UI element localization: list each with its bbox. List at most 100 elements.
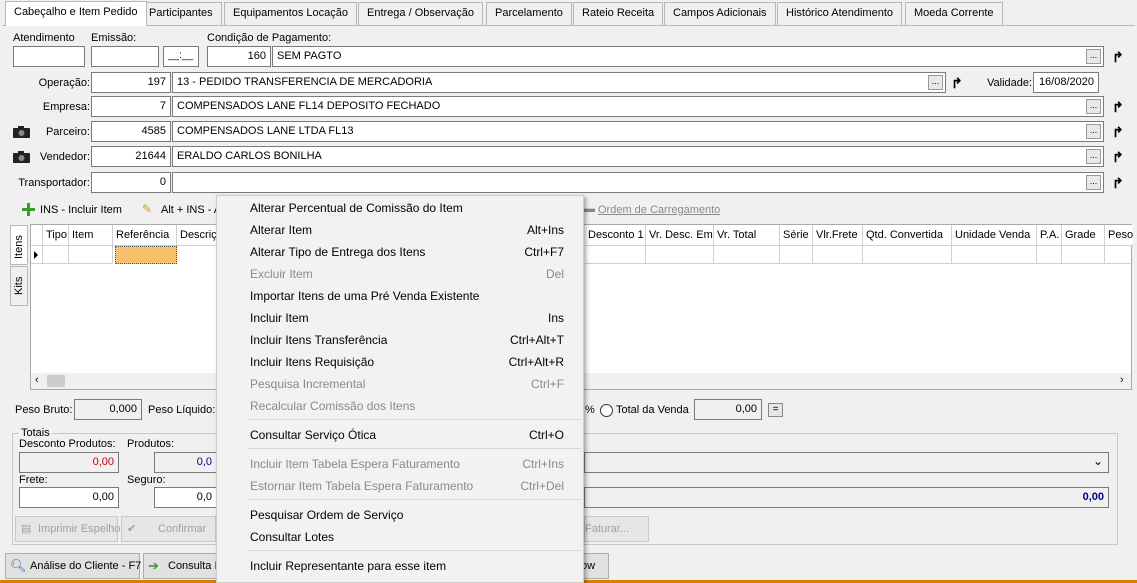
col-serie[interactable]: Série — [780, 225, 813, 246]
condicao-goto-icon[interactable]: ↱ — [1112, 50, 1124, 64]
side-tab-itens[interactable]: Itens — [10, 225, 28, 265]
tab-participantes[interactable]: Participantes — [140, 2, 222, 25]
menu-item-consultar-otica[interactable]: Consultar Serviço Ótica Ctrl+O — [217, 424, 583, 446]
incluir-item-button[interactable]: INS - Incluir Item — [40, 204, 122, 216]
frete-input[interactable]: 0,00 — [19, 487, 119, 508]
equals-button[interactable]: = — [768, 403, 783, 417]
vendedor-code-input[interactable]: 21644 — [91, 146, 171, 167]
menu-item-alterar-item[interactable]: Alterar Item Alt+Ins — [217, 219, 583, 241]
col-referencia[interactable]: Referência — [113, 225, 177, 246]
table-cell[interactable] — [1062, 246, 1105, 264]
col-vr-total[interactable]: Vr. Total — [714, 225, 780, 246]
tab-moeda[interactable]: Moeda Corrente — [905, 2, 1003, 25]
alterar-item-button[interactable]: Alt + INS - A — [161, 204, 221, 216]
vendedor-lookup-button[interactable]: ... — [1086, 149, 1101, 164]
table-cell[interactable] — [43, 246, 69, 264]
col-qtd-convertida[interactable]: Qtd. Convertida — [863, 225, 952, 246]
parceiro-code-input[interactable]: 4585 — [91, 121, 171, 142]
menu-item-importar-pre-venda[interactable]: Importar Itens de uma Pré Venda Existent… — [217, 285, 583, 307]
scroll-right-icon[interactable]: › — [1120, 374, 1124, 386]
parceiro-lookup-button[interactable]: ... — [1086, 124, 1101, 139]
table-cell[interactable] — [585, 246, 646, 264]
table-cell[interactable] — [813, 246, 863, 264]
col-unidade-venda[interactable]: Unidade Venda — [952, 225, 1037, 246]
vendedor-goto-icon[interactable]: ↱ — [1112, 150, 1124, 164]
side-tab-kits[interactable]: Kits — [10, 266, 28, 306]
menu-item-incluir-representante[interactable]: Incluir Representante para esse item — [217, 555, 583, 577]
tab-parcelamento[interactable]: Parcelamento — [486, 2, 572, 25]
transportador-code-input[interactable]: 0 — [91, 172, 171, 193]
table-cell[interactable] — [646, 246, 714, 264]
confirmar-button[interactable]: ✔ Confirmar — [121, 516, 216, 542]
emissao-time-input[interactable]: __:__ — [163, 46, 199, 67]
menu-item-incluir-transferencia[interactable]: Incluir Itens Transferência Ctrl+Alt+T — [217, 329, 583, 351]
right-bottom-button[interactable]: ow — [580, 553, 609, 579]
menu-item-excluir-item[interactable]: Excluir Item Del — [217, 263, 583, 285]
camera-icon[interactable] — [13, 151, 30, 163]
tab-historico[interactable]: Histórico Atendimento — [777, 2, 902, 25]
total-venda-input[interactable]: 0,00 — [694, 399, 762, 420]
tab-equipamentos[interactable]: Equipamentos Locação — [224, 2, 357, 25]
table-cell[interactable] — [1105, 246, 1133, 264]
table-cell[interactable] — [780, 246, 813, 264]
empresa-goto-icon[interactable]: ↱ — [1112, 100, 1124, 114]
condicao-code-input[interactable]: 160 — [207, 46, 271, 67]
vendedor-desc-input[interactable]: ERALDO CARLOS BONILHA — [172, 146, 1104, 167]
col-pa[interactable]: P.A. — [1037, 225, 1062, 246]
validade-input[interactable]: 16/08/2020 — [1033, 72, 1099, 93]
col-vlr-frete[interactable]: Vlr.Frete — [813, 225, 863, 246]
total-venda-radio[interactable] — [600, 404, 613, 417]
col-item[interactable]: Item — [69, 225, 113, 246]
seguro-input[interactable]: 0,0 — [154, 487, 216, 508]
table-cell[interactable] — [952, 246, 1037, 264]
analise-cliente-button[interactable]: 🔍︎ Análise do Cliente - F7 — [5, 553, 141, 579]
scroll-left-icon[interactable]: ‹ — [35, 374, 39, 386]
menu-item-incluir-espera[interactable]: Incluir Item Tabela Espera Faturamento Ct… — [217, 453, 583, 475]
scrollbar-thumb[interactable] — [47, 375, 65, 387]
menu-item-incluir-requisicao[interactable]: Incluir Itens Requisição Ctrl+Alt+R — [217, 351, 583, 373]
menu-item-recalcular-comissao[interactable]: Recalcular Comissão dos Itens — [217, 395, 583, 417]
atendimento-input[interactable] — [13, 46, 85, 67]
operacao-code-input[interactable]: 197 — [91, 72, 171, 93]
col-grade[interactable]: Grade — [1062, 225, 1105, 246]
imprimir-espelho-button[interactable]: ▤ Imprimir Espelho — [15, 516, 121, 542]
transportador-desc-input[interactable] — [172, 172, 1104, 193]
menu-item-estornar-espera[interactable]: Estornar Item Tabela Espera Faturamento C… — [217, 475, 583, 497]
empresa-code-input[interactable]: 7 — [91, 96, 171, 117]
table-cell[interactable] — [863, 246, 952, 264]
empresa-lookup-button[interactable]: ... — [1086, 99, 1101, 114]
tab-entrega[interactable]: Entrega / Observação — [358, 2, 484, 25]
menu-item-alterar-percentual[interactable]: Alterar Percentual de Comissão do Item — [217, 197, 583, 219]
col-desconto1[interactable]: Desconto 1 — [585, 225, 646, 246]
parceiro-desc-input[interactable]: COMPENSADOS LANE LTDA FL13 — [172, 121, 1104, 142]
tab-rateio[interactable]: Rateio Receita — [573, 2, 664, 25]
faturar-button[interactable]: Faturar... — [584, 516, 649, 542]
menu-item-alterar-tipo-entrega[interactable]: Alterar Tipo de Entrega dos Itens Ctrl+F7 — [217, 241, 583, 263]
ordem-carregamento-button[interactable]: Ordem de Carregamento — [598, 204, 720, 216]
operacao-goto-icon[interactable]: ↱ — [951, 76, 963, 90]
selected-cell[interactable] — [115, 246, 177, 264]
consulta-button[interactable]: ➔ Consulta I — [143, 553, 218, 579]
parceiro-goto-icon[interactable]: ↱ — [1112, 125, 1124, 139]
transportador-goto-icon[interactable]: ↱ — [1112, 176, 1124, 190]
operacao-lookup-button[interactable]: ... — [928, 75, 943, 90]
emissao-date-input[interactable] — [91, 46, 159, 67]
menu-item-pesquisar-ordem[interactable]: Pesquisar Ordem de Serviço — [217, 504, 583, 526]
col-vr-desc[interactable]: Vr. Desc. Em — [646, 225, 714, 246]
table-cell[interactable] — [1037, 246, 1062, 264]
camera-icon[interactable] — [13, 126, 30, 138]
transportador-lookup-button[interactable]: ... — [1086, 175, 1101, 190]
col-peso[interactable]: Peso — [1105, 225, 1133, 246]
tab-campos-adicionais[interactable]: Campos Adicionais — [664, 2, 776, 25]
col-tipo[interactable]: Tipo — [43, 225, 69, 246]
menu-item-consultar-lotes[interactable]: Consultar Lotes — [217, 526, 583, 548]
table-cell[interactable] — [69, 246, 113, 264]
menu-item-incluir-item[interactable]: Incluir Item Ins — [217, 307, 583, 329]
table-cell[interactable] — [714, 246, 780, 264]
menu-item-pesquisa-incremental[interactable]: Pesquisa Incremental Ctrl+F — [217, 373, 583, 395]
empresa-desc-input[interactable]: COMPENSADOS LANE FL14 DEPOSITO FECHADO — [172, 96, 1104, 117]
operacao-desc-input[interactable]: 13 - PEDIDO TRANSFERENCIA DE MERCADORIA — [172, 72, 946, 93]
tab-cabecalho[interactable]: Cabeçalho e Item Pedido — [5, 1, 147, 26]
condicao-lookup-button[interactable]: ... — [1086, 49, 1101, 64]
condicao-desc-input[interactable]: SEM PAGTO — [272, 46, 1104, 67]
